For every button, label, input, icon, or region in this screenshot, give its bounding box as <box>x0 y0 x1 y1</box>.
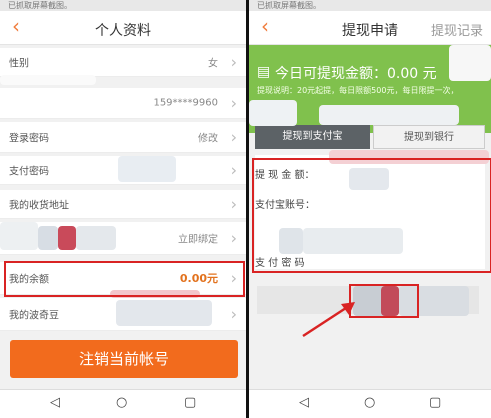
login-password-label: 登录密码 <box>9 133 49 145</box>
cancel-account-button[interactable]: 注销当前帐号 <box>10 340 238 378</box>
chevron-right-icon: › <box>230 52 237 72</box>
blur-mask <box>319 105 459 125</box>
home-nav-icon[interactable]: ○ <box>116 395 127 410</box>
chevron-right-icon: › <box>230 228 237 248</box>
blur-mask <box>0 222 38 250</box>
address-label: 我的收货地址 <box>9 200 69 212</box>
blur-mask <box>449 45 491 81</box>
back-nav-icon[interactable]: ◁ <box>299 395 309 410</box>
bean-label: 我的波奇豆 <box>9 310 59 322</box>
blur-mask <box>76 226 116 250</box>
chevron-right-icon: › <box>230 194 237 214</box>
chevron-right-icon: › <box>230 127 237 147</box>
arrow-shaft <box>302 304 350 338</box>
blur-mask <box>0 75 96 85</box>
blur-mask <box>118 156 176 182</box>
blur-mask <box>116 300 212 326</box>
bind-value: 立即绑定 <box>178 234 218 246</box>
withdraw-history-link[interactable]: 提现记录 <box>431 20 483 39</box>
nav-bar: ◁ ○ ▢ <box>0 389 246 418</box>
phone-value: 159****9960 <box>153 97 218 109</box>
coin-icon: ▤ <box>257 64 271 80</box>
nav-bar: ◁ ○ ▢ <box>249 389 491 418</box>
highlight-box <box>4 261 245 297</box>
status-bar: 已抓取屏幕截图。 <box>249 0 491 11</box>
chevron-right-icon: › <box>230 93 237 113</box>
right-phone-screen: 已抓取屏幕截图。 ‹ 提现申请 提现记录 ▤ 今日可提现金额：0.00 元 提现… <box>249 0 491 418</box>
left-phone-screen: 已抓取屏幕截图。 ‹ 个人资料 性别 女 › 159****9960 › 登录密… <box>0 0 246 418</box>
row-login-password[interactable]: 登录密码 修改 › <box>0 122 246 153</box>
arrow-icon <box>302 302 355 338</box>
page-title: 个人资料 <box>95 23 151 39</box>
blur-mask <box>249 100 297 126</box>
gender-label: 性别 <box>9 58 29 70</box>
row-gender[interactable]: 性别 女 › <box>0 48 246 77</box>
recents-nav-icon[interactable]: ▢ <box>429 395 441 410</box>
today-withdrawable: 今日可提现金额：0.00 元 <box>275 66 437 82</box>
pay-password-label: 支付密码 <box>9 166 49 178</box>
highlight-box <box>252 158 491 273</box>
blur-mask <box>38 226 58 250</box>
recents-nav-icon[interactable]: ▢ <box>184 395 196 410</box>
back-nav-icon[interactable]: ◁ <box>50 395 60 410</box>
tab-alipay[interactable]: 提现到支付宝 <box>255 125 370 149</box>
chevron-right-icon: › <box>230 304 237 324</box>
app-bar: ‹ 个人资料 <box>0 11 246 45</box>
login-password-value: 修改 <box>198 133 218 145</box>
chevron-right-icon: › <box>230 160 237 180</box>
withdraw-tabs: 提现到支付宝 提现到银行 <box>255 125 485 149</box>
app-bar: ‹ 提现申请 提现记录 <box>249 11 491 45</box>
highlight-box <box>349 284 419 318</box>
status-bar: 已抓取屏幕截图。 <box>0 0 246 11</box>
row-address[interactable]: 我的收货地址 › <box>0 190 246 219</box>
blur-mask <box>8 92 148 116</box>
tab-bank[interactable]: 提现到银行 <box>373 125 485 149</box>
gender-value: 女 <box>208 58 218 70</box>
blur-mask <box>58 226 76 250</box>
home-nav-icon[interactable]: ○ <box>364 395 375 410</box>
withdraw-rule-text: 提现说明：20元起提，每日限额500元，每日限提一次， <box>257 86 459 95</box>
